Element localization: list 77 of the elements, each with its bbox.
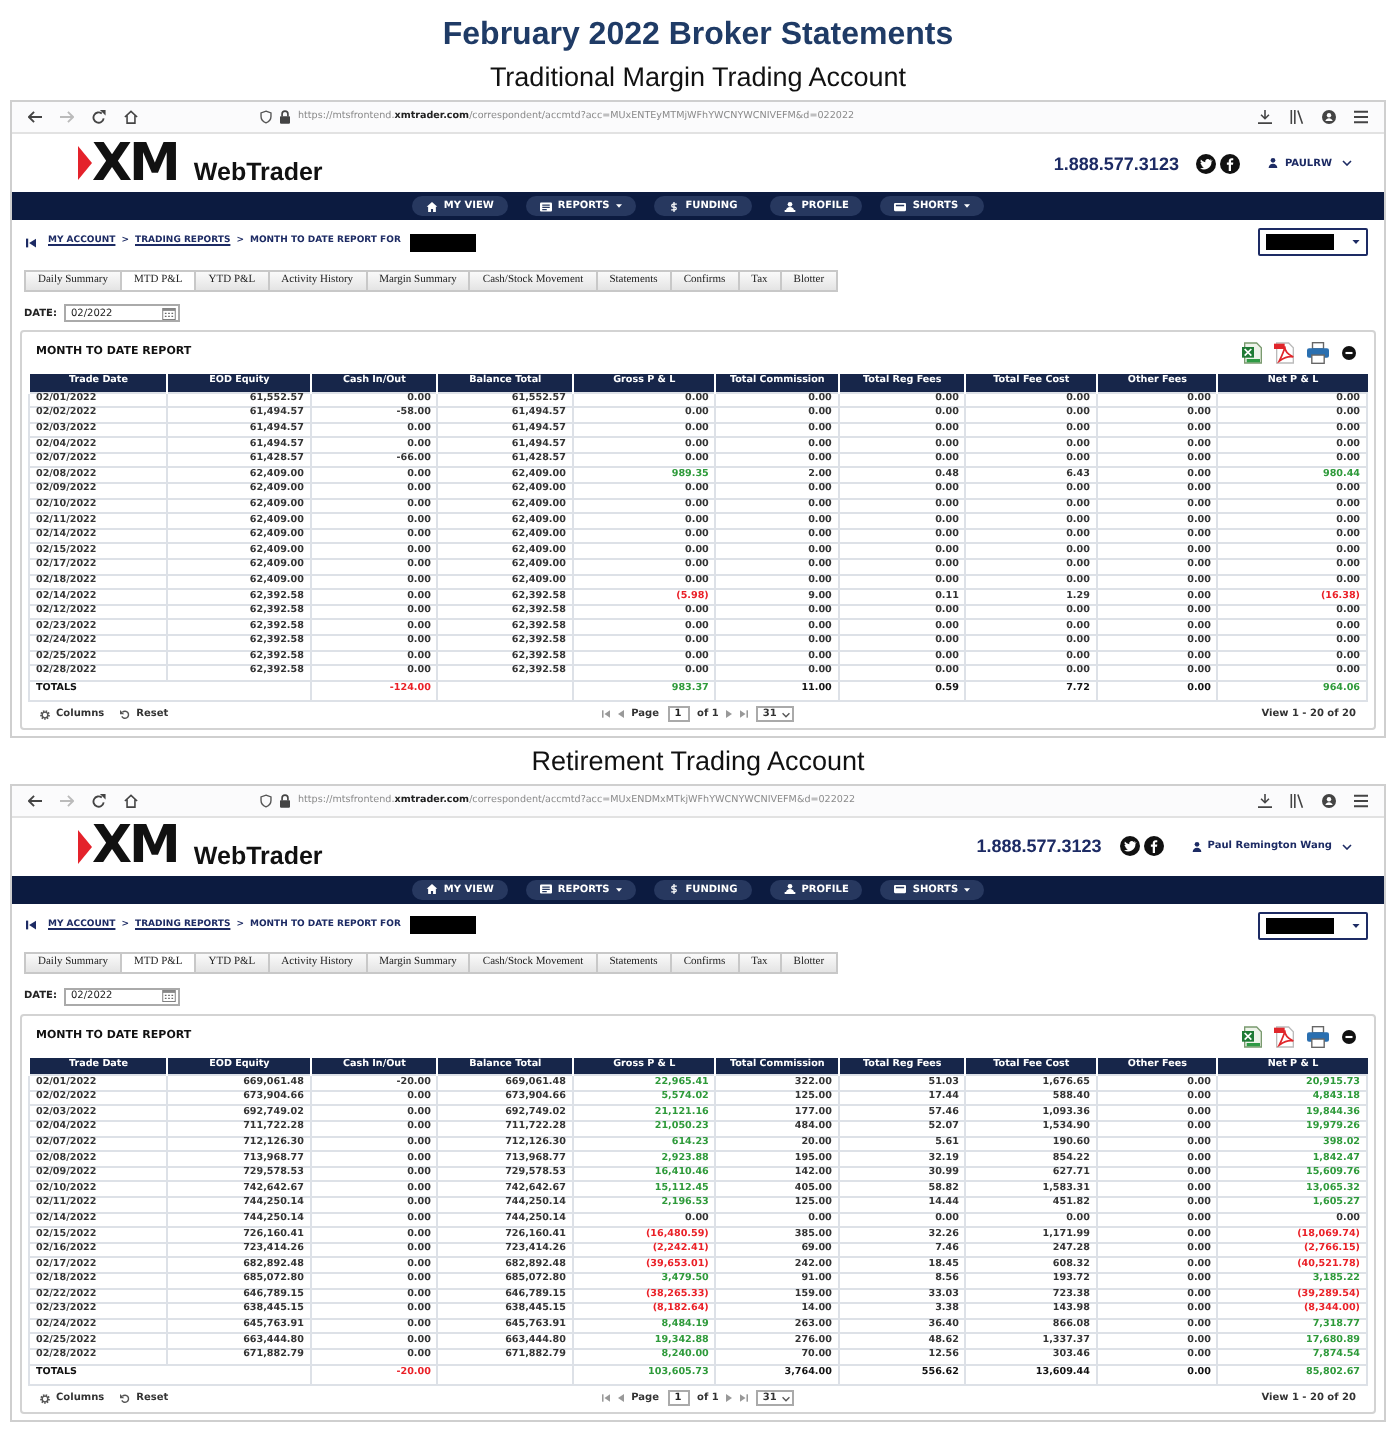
caret-icon — [782, 1395, 791, 1402]
home-icon[interactable] — [124, 110, 138, 124]
facebook-icon[interactable] — [1143, 836, 1164, 857]
account-select[interactable] — [1258, 228, 1368, 256]
library-icon[interactable] — [1290, 110, 1304, 124]
section-heading: Traditional Margin Trading Account — [489, 60, 907, 94]
account-icon[interactable] — [1322, 110, 1336, 124]
next-page-icon[interactable] — [726, 1394, 733, 1403]
caret-icon[interactable] — [1342, 160, 1352, 166]
list-icon — [539, 201, 552, 211]
reload-icon[interactable] — [92, 793, 106, 808]
lock-icon — [280, 793, 290, 808]
logo-text: XM — [92, 826, 178, 867]
skip-back-icon — [26, 237, 36, 247]
user-icon — [783, 884, 796, 895]
list-icon — [539, 884, 552, 895]
app-name: WebTrader — [193, 843, 323, 870]
card-icon — [894, 201, 907, 211]
caret-icon — [782, 711, 791, 718]
calendar-icon[interactable] — [162, 307, 177, 319]
pdf-icon[interactable] — [1274, 342, 1294, 364]
shield-icon — [260, 110, 272, 124]
reload-icon[interactable] — [92, 110, 106, 124]
logo-triangle-icon — [78, 829, 92, 864]
menu-icon[interactable] — [1354, 793, 1368, 808]
printer-icon[interactable] — [1306, 342, 1330, 364]
gear-icon — [40, 709, 50, 720]
logo-text: XM — [92, 143, 178, 183]
reset-icon — [120, 709, 131, 720]
card-icon — [894, 884, 907, 895]
home-icon[interactable] — [124, 793, 138, 808]
twitter-icon[interactable] — [1196, 153, 1217, 173]
logo-triangle-icon — [78, 146, 92, 180]
caret-icon[interactable] — [1342, 843, 1352, 850]
lock-icon — [280, 110, 290, 124]
skip-back-icon — [26, 920, 36, 931]
spreadsheet-icon[interactable] — [1242, 1025, 1262, 1048]
user-icon — [783, 201, 796, 211]
account-icon[interactable] — [1322, 793, 1336, 808]
back-icon[interactable] — [28, 793, 42, 808]
home-icon — [425, 201, 438, 211]
next-page-icon[interactable] — [726, 710, 733, 719]
gear-icon — [40, 1393, 50, 1404]
user-icon — [1191, 841, 1202, 852]
minus-circle-icon[interactable] — [1342, 346, 1356, 360]
app-name: WebTrader — [193, 160, 323, 186]
download-icon[interactable] — [1258, 793, 1272, 808]
pdf-icon[interactable] — [1274, 1025, 1294, 1048]
user-icon — [1268, 158, 1279, 168]
reset-icon — [120, 1393, 131, 1404]
home-icon — [425, 884, 438, 895]
caret-icon — [1352, 923, 1360, 928]
section-heading: Retirement Trading Account — [531, 743, 865, 778]
printer-icon[interactable] — [1306, 1025, 1330, 1048]
calendar-icon[interactable] — [162, 990, 177, 1003]
previous-page-icon[interactable] — [617, 1394, 624, 1403]
caret-icon — [1352, 240, 1360, 244]
phone-number: 1.888.577.3123 — [976, 836, 1102, 857]
minus-circle-icon[interactable] — [1342, 1029, 1356, 1044]
download-icon[interactable] — [1258, 110, 1272, 124]
first-page-icon[interactable] — [601, 710, 610, 719]
dollar-icon — [667, 201, 680, 211]
dollar-icon — [667, 884, 680, 895]
first-page-icon[interactable] — [601, 1394, 610, 1403]
spreadsheet-icon[interactable] — [1242, 342, 1262, 364]
shield-icon — [260, 793, 272, 808]
page-title: February 2022 Broker Statements — [442, 18, 954, 54]
phone-number: 1.888.577.3123 — [1053, 153, 1179, 173]
library-icon[interactable] — [1290, 793, 1304, 808]
account-select[interactable] — [1258, 911, 1368, 940]
last-page-icon[interactable] — [740, 710, 749, 719]
last-page-icon[interactable] — [740, 1394, 749, 1403]
facebook-icon[interactable] — [1220, 153, 1241, 173]
twitter-icon[interactable] — [1119, 836, 1140, 857]
menu-icon[interactable] — [1354, 110, 1368, 124]
back-icon[interactable] — [28, 110, 42, 124]
previous-page-icon[interactable] — [617, 710, 624, 719]
